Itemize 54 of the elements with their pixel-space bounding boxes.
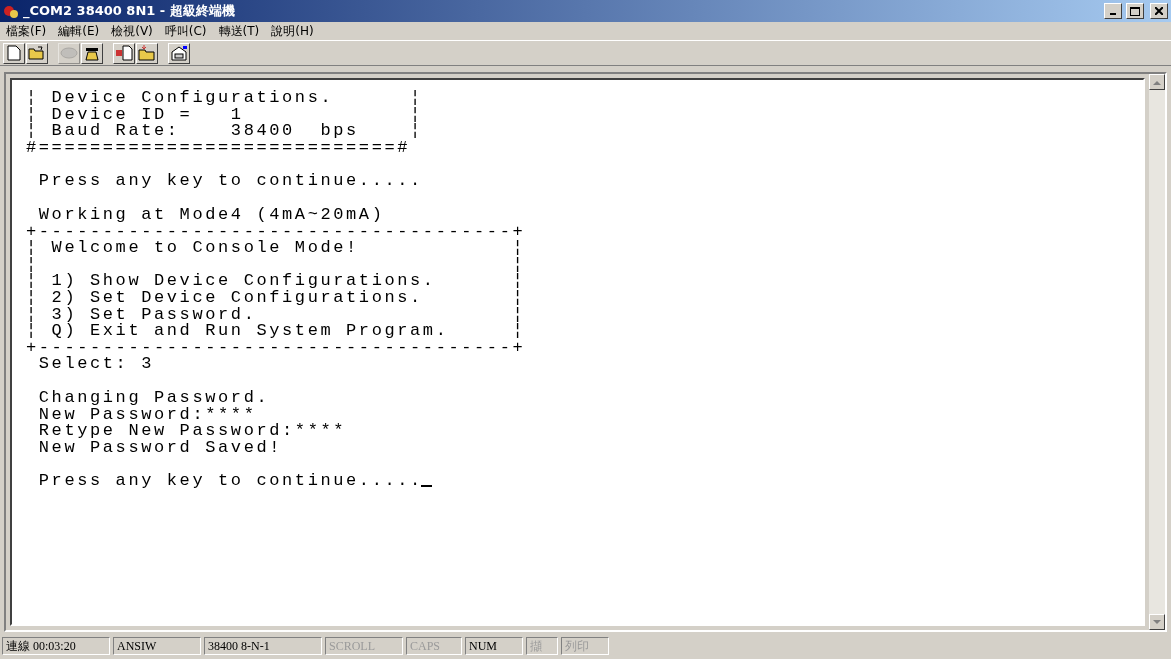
maximize-button[interactable] <box>1126 3 1144 19</box>
terminal-line: Changing Password. <box>37 389 270 407</box>
status-pane: 列印 <box>561 637 609 655</box>
close-button[interactable] <box>1150 3 1168 19</box>
down-arrow-icon <box>1153 619 1161 625</box>
toolbar-button[interactable] <box>81 42 103 64</box>
terminal-line: #============================# <box>26 139 411 157</box>
blank-page-icon <box>7 45 21 61</box>
terminal-line: +-------------------------------------+ <box>26 223 526 241</box>
status-pane: CAPS <box>406 637 462 655</box>
maximize-icon <box>1130 6 1140 16</box>
folder-icon <box>28 46 46 60</box>
terminal-line: ¦ Welcome to Console Mode! ¦ <box>26 240 526 257</box>
menu-item[interactable]: 檢視(V) <box>111 22 153 40</box>
terminal-line: Press any key to continue..... <box>26 473 432 490</box>
toolbar-button[interactable] <box>168 42 190 64</box>
menu-item[interactable]: 說明(H) <box>271 22 314 40</box>
scroll-up-button[interactable] <box>1149 74 1165 90</box>
terminal-line: ¦ 1) Show Device Configurations. ¦ <box>26 273 526 290</box>
menu-item[interactable]: 呼叫(C) <box>164 22 207 40</box>
scroll-bar[interactable] <box>1149 74 1165 630</box>
menu-item[interactable]: 編輯(E) <box>58 22 100 40</box>
scroll-down-button[interactable] <box>1149 614 1165 630</box>
properties-icon <box>170 45 188 61</box>
status-pane: NUM <box>465 637 523 655</box>
menu-item[interactable]: 檔案(F) <box>6 22 47 40</box>
status-pane: SCROLL <box>325 637 403 655</box>
toolbar-button[interactable] <box>26 42 48 64</box>
terminal-line: Select: 3 <box>37 356 155 373</box>
terminal-line: ¦ Q) Exit and Run System Program. ¦ <box>26 323 526 340</box>
status-pane: 38400 8-N-1 <box>204 637 322 655</box>
terminal-line: ¦ 2) Set Device Configurations. ¦ <box>26 289 526 307</box>
menu-item[interactable]: 轉送(T) <box>218 22 260 40</box>
window-title: _COM2 38400 8N1 - 超級終端機 <box>23 2 236 20</box>
minimize-button[interactable] <box>1104 3 1122 19</box>
toolbar-button[interactable] <box>3 42 25 64</box>
status-pane: ANSIW <box>113 637 201 655</box>
terminal-line: New Password:**** <box>37 406 257 424</box>
terminal-line: New Password Saved! <box>37 439 283 457</box>
up-arrow-icon <box>1153 79 1161 85</box>
toolbar-button[interactable] <box>113 42 135 64</box>
toolbar-button[interactable] <box>136 42 158 64</box>
status-pane: 連線 00:03:20 <box>2 637 110 655</box>
folder-icon <box>138 45 156 61</box>
terminal-line: Retype New Password:**** <box>37 423 347 440</box>
terminal-line: +-------------------------------------+ <box>26 339 526 357</box>
terminal-line: Working at Mode4 (4mA~20mA) <box>37 206 385 224</box>
terminal-line: ¦ Device Configurations. ¦ <box>26 90 423 107</box>
terminal-line: Press any key to continue..... <box>37 173 423 190</box>
close-icon <box>1155 7 1163 15</box>
terminal-line: ¦ Baud Rate: 38400 bps ¦ <box>26 123 423 140</box>
document-icon <box>115 45 133 61</box>
terminal-line: ¦ ¦ <box>26 256 526 274</box>
terminal-line: ¦ Device ID = 1 ¦ <box>26 106 423 124</box>
